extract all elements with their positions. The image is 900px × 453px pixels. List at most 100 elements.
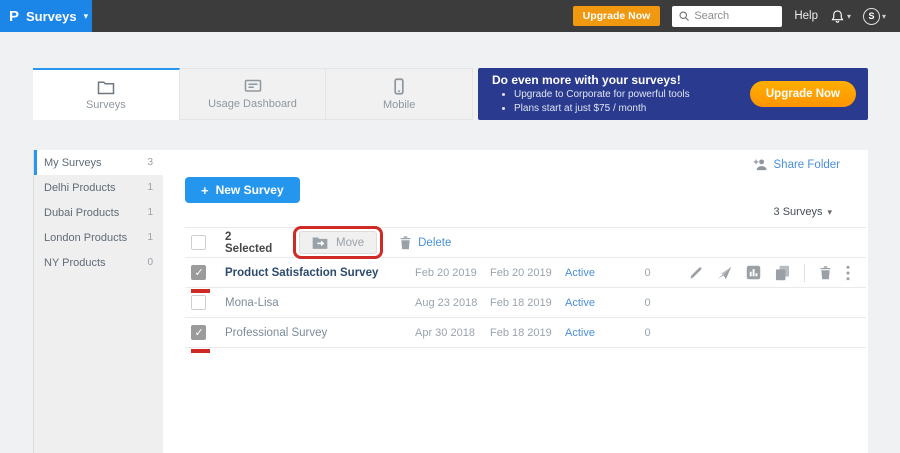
help-link[interactable]: Help [794, 10, 818, 22]
annotation-checkbox-underline [191, 349, 210, 353]
delete-label: Delete [418, 237, 451, 249]
search-box[interactable] [672, 6, 782, 27]
table-row: Professional Survey Apr 30 2018 Feb 18 2… [185, 318, 866, 348]
tab-usage-dashboard[interactable]: Usage Dashboard [180, 69, 327, 119]
selected-count-label: 2 Selected [225, 231, 281, 255]
responses-count: 0 [625, 327, 670, 339]
created-date: Aug 23 2018 [415, 297, 490, 309]
more-kebab-icon[interactable] [846, 265, 850, 281]
content-area: My Surveys 3 Delhi Products 1 Dubai Prod… [33, 150, 868, 453]
row-checkbox[interactable] [191, 325, 206, 340]
edit-pencil-icon[interactable] [689, 266, 703, 280]
survey-name-link[interactable]: Product Satisfaction Survey [225, 267, 378, 279]
tab-mobile[interactable]: Mobile [326, 69, 472, 119]
tab-label: Mobile [383, 99, 415, 111]
move-folder-icon [312, 236, 328, 249]
row-checkbox-cell [185, 295, 225, 310]
search-icon [678, 10, 690, 22]
surveys-count-dropdown[interactable]: 3 Surveys ▾ [774, 206, 832, 218]
row-checkbox-cell [185, 265, 225, 280]
chevron-down-icon: ▾ [882, 12, 886, 21]
modified-date: Feb 18 2019 [490, 297, 565, 309]
status-link[interactable]: Active [565, 327, 625, 339]
annotation-move-highlight: Move [293, 226, 383, 259]
delete-action[interactable]: Delete [399, 236, 451, 250]
tab-label: Usage Dashboard [208, 98, 297, 110]
share-folder-link[interactable]: Share Folder [753, 158, 840, 171]
responses-count: 0 [625, 297, 670, 309]
chevron-down-icon: ▾ [847, 12, 851, 21]
topbar-right: Upgrade Now Help ▾ S ▾ [573, 6, 900, 27]
bulk-action-row: 2 Selected Move Delete [185, 228, 866, 258]
select-all-cell [185, 235, 225, 250]
avatar: S [863, 8, 880, 25]
surveys-count-label: 3 Surveys [774, 206, 823, 218]
row-checkbox-cell [185, 325, 225, 340]
mobile-icon [392, 78, 406, 95]
chevron-down-icon: ▾ [827, 207, 832, 218]
divider [804, 264, 805, 282]
account-menu[interactable]: S ▾ [863, 8, 886, 25]
folder-count: 3 [147, 157, 153, 168]
promo-bullet: Plans start at just $75 / month [514, 102, 690, 116]
promo-bullet: Upgrade to Corporate for powerful tools [514, 88, 690, 102]
sidebar-item-london-products[interactable]: London Products 1 [34, 225, 163, 250]
folder-label: My Surveys [44, 157, 101, 169]
row-checkbox[interactable] [191, 295, 206, 310]
send-plane-icon[interactable] [717, 266, 732, 280]
banner-upgrade-button[interactable]: Upgrade Now [750, 81, 856, 107]
promo-text: Do even more with your surveys! Upgrade … [478, 73, 690, 116]
modified-date: Feb 18 2019 [490, 327, 565, 339]
promo-banner: Do even more with your surveys! Upgrade … [478, 68, 868, 120]
modified-date: Feb 20 2019 [490, 267, 565, 279]
view-tabs: Surveys Usage Dashboard Mobile [33, 68, 473, 120]
tab-surveys[interactable]: Surveys [33, 68, 180, 120]
sidebar-item-dubai-products[interactable]: Dubai Products 1 [34, 200, 163, 225]
status-link[interactable]: Active [565, 267, 625, 279]
share-user-icon [753, 158, 768, 171]
responses-count: 0 [625, 267, 670, 279]
surveys-table: 2 Selected Move Delete [185, 227, 866, 348]
notifications-menu[interactable]: ▾ [830, 9, 851, 24]
chevron-down-icon: ▾ [84, 11, 89, 22]
promo-title: Do even more with your surveys! [492, 73, 690, 87]
folder-label: NY Products [44, 257, 106, 269]
table-row: Mona-Lisa Aug 23 2018 Feb 18 2019 Active… [185, 288, 866, 318]
folder-count: 0 [147, 257, 153, 268]
duplicate-copy-icon[interactable] [775, 265, 790, 281]
folder-count: 1 [147, 182, 153, 193]
move-button[interactable]: Move [299, 231, 377, 254]
folder-label: Dubai Products [44, 207, 119, 219]
new-survey-button[interactable]: + New Survey [185, 177, 300, 203]
upgrade-now-button[interactable]: Upgrade Now [573, 6, 661, 26]
status-link[interactable]: Active [565, 297, 625, 309]
sidebar-item-ny-products[interactable]: NY Products 0 [34, 250, 163, 275]
top-bar: P Surveys ▾ Upgrade Now Help ▾ S ▾ [0, 0, 900, 32]
reports-chart-icon[interactable] [746, 265, 761, 280]
sidebar-item-delhi-products[interactable]: Delhi Products 1 [34, 175, 163, 200]
survey-name-link[interactable]: Mona-Lisa [225, 297, 279, 309]
survey-name-link[interactable]: Professional Survey [225, 327, 327, 339]
sidebar-item-my-surveys[interactable]: My Surveys 3 [34, 150, 163, 175]
new-survey-label: New Survey [216, 183, 284, 197]
row-actions [670, 264, 866, 282]
tab-label: Surveys [86, 99, 126, 111]
proprofs-logo-icon[interactable]: P [9, 9, 19, 24]
surveys-panel: Share Folder + New Survey 3 Surveys ▾ 2 … [163, 150, 868, 453]
product-switcher[interactable]: P Surveys ▾ [0, 0, 92, 32]
trash-icon[interactable] [819, 266, 832, 280]
created-date: Feb 20 2019 [415, 267, 490, 279]
dashboard-icon [244, 79, 262, 94]
created-date: Apr 30 2018 [415, 327, 490, 339]
search-input[interactable] [694, 10, 774, 22]
table-row: Product Satisfaction Survey Feb 20 2019 … [185, 258, 866, 288]
folder-count: 1 [147, 232, 153, 243]
row-checkbox[interactable] [191, 265, 206, 280]
trash-icon [399, 236, 412, 250]
folder-label: London Products [44, 232, 127, 244]
folder-icon [97, 80, 115, 95]
app-window: P Surveys ▾ Upgrade Now Help ▾ S ▾ [0, 0, 900, 453]
folder-count: 1 [147, 207, 153, 218]
move-label: Move [336, 237, 364, 249]
select-all-checkbox[interactable] [191, 235, 206, 250]
